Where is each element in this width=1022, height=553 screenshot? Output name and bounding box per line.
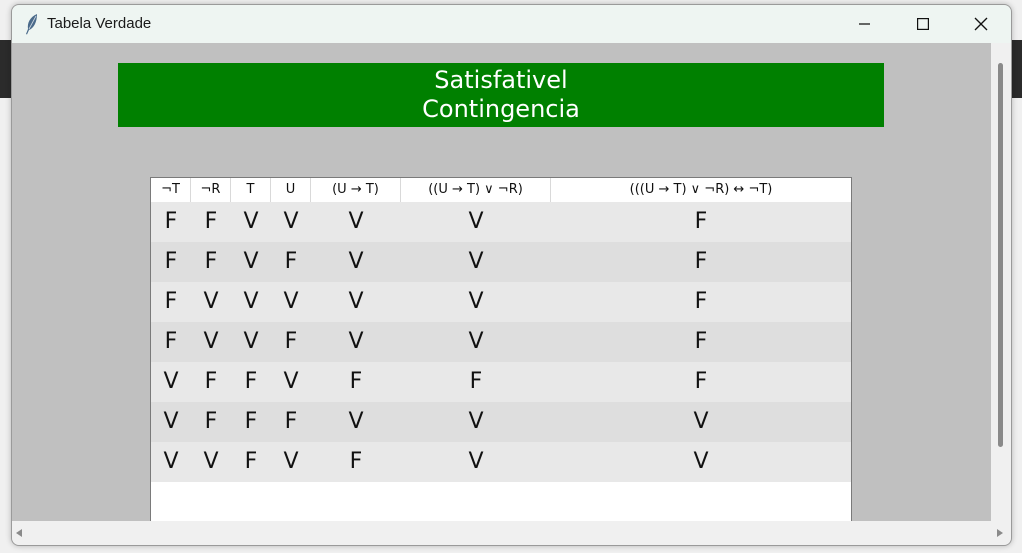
table-cell: V — [348, 209, 364, 234]
table-cell: F — [164, 289, 178, 314]
feather-icon — [24, 13, 40, 35]
scroll-left-arrow-icon[interactable] — [16, 529, 22, 537]
close-icon — [974, 17, 988, 31]
table-cell: V — [348, 409, 364, 434]
table-cell: F — [204, 409, 218, 434]
column-header[interactable]: U — [271, 178, 311, 202]
table-cell: F — [164, 209, 178, 234]
column-header[interactable]: ¬T — [151, 178, 191, 202]
table-cell: V — [203, 329, 219, 354]
table-cell: V — [348, 329, 364, 354]
table-cell: V — [243, 329, 259, 354]
table-cell: V — [163, 449, 179, 474]
table-cell: F — [694, 369, 708, 394]
table-cell: F — [694, 209, 708, 234]
table-cell: F — [244, 409, 258, 434]
minimize-icon — [859, 23, 870, 25]
table-cell: V — [283, 209, 299, 234]
table-cell: V — [468, 249, 484, 274]
maximize-icon — [917, 18, 929, 30]
table-cell: F — [694, 289, 708, 314]
column-header[interactable]: ¬R — [191, 178, 231, 202]
table-body: F F V V V V F F F V F V V F F V V V V V … — [151, 202, 851, 482]
table-cell: V — [203, 449, 219, 474]
table-cell: V — [468, 329, 484, 354]
table-cell: F — [204, 369, 218, 394]
title-bar[interactable]: Tabela Verdade — [12, 5, 1011, 43]
table-cell: V — [283, 369, 299, 394]
table-cell: V — [163, 409, 179, 434]
table-cell: V — [203, 289, 219, 314]
table-cell: V — [468, 449, 484, 474]
app-window: Tabela Verdade Satisfativel Contingencia — [11, 4, 1012, 546]
banner-satisfiability-text: Satisfativel — [434, 66, 568, 94]
table-cell: F — [469, 369, 483, 394]
table-cell: F — [284, 409, 298, 434]
table-cell: F — [349, 369, 363, 394]
table-row[interactable]: F V V F V V F — [151, 322, 851, 362]
table-cell: V — [243, 209, 259, 234]
banner-classification-text: Contingencia — [422, 95, 580, 123]
table-row[interactable]: V F F F V V V — [151, 402, 851, 442]
table-row[interactable]: F F V V V V F — [151, 202, 851, 242]
window-title: Tabela Verdade — [47, 15, 152, 32]
table-row[interactable]: V F F V F F F — [151, 362, 851, 402]
minimize-button[interactable] — [836, 5, 894, 43]
table-cell: F — [284, 249, 298, 274]
column-header[interactable]: ((U → T) ∨ ¬R) — [401, 178, 551, 202]
table-cell: V — [283, 289, 299, 314]
table-cell: F — [164, 329, 178, 354]
table-cell: F — [244, 449, 258, 474]
table-cell: V — [468, 289, 484, 314]
table-cell: F — [164, 249, 178, 274]
column-header[interactable]: (U → T) — [311, 178, 401, 202]
close-button[interactable] — [952, 5, 1010, 43]
table-cell: F — [204, 209, 218, 234]
maximize-button[interactable] — [894, 5, 952, 43]
table-cell: V — [468, 409, 484, 434]
table-row[interactable]: V V F V F V V — [151, 442, 851, 482]
table-row[interactable]: F F V F V V F — [151, 242, 851, 282]
truth-table: ¬T ¬R T U (U → T) ((U → T) ∨ ¬R) (((U → … — [150, 177, 852, 522]
vertical-scrollbar[interactable] — [991, 43, 1011, 521]
table-cell: V — [693, 409, 709, 434]
table-cell: F — [284, 329, 298, 354]
scroll-right-arrow-icon[interactable] — [997, 529, 1003, 537]
table-cell: V — [243, 289, 259, 314]
content-area: Satisfativel Contingencia ¬T ¬R T U (U →… — [12, 43, 991, 522]
horizontal-scrollbar[interactable] — [12, 521, 1011, 545]
table-row[interactable]: F V V V V V F — [151, 282, 851, 322]
table-cell: V — [348, 249, 364, 274]
table-cell: F — [349, 449, 363, 474]
table-cell: V — [283, 449, 299, 474]
table-cell: F — [694, 329, 708, 354]
table-header-row: ¬T ¬R T U (U → T) ((U → T) ∨ ¬R) (((U → … — [151, 178, 851, 202]
table-cell: V — [348, 289, 364, 314]
table-cell: V — [163, 369, 179, 394]
vertical-scroll-thumb[interactable] — [998, 63, 1003, 447]
table-cell: V — [468, 209, 484, 234]
column-header[interactable]: (((U → T) ∨ ¬R) ↔ ¬T) — [551, 178, 851, 202]
column-header[interactable]: T — [231, 178, 271, 202]
table-cell: F — [204, 249, 218, 274]
table-cell: V — [693, 449, 709, 474]
table-cell: F — [244, 369, 258, 394]
table-cell: F — [694, 249, 708, 274]
result-banner: Satisfativel Contingencia — [118, 63, 884, 127]
table-cell: V — [243, 249, 259, 274]
